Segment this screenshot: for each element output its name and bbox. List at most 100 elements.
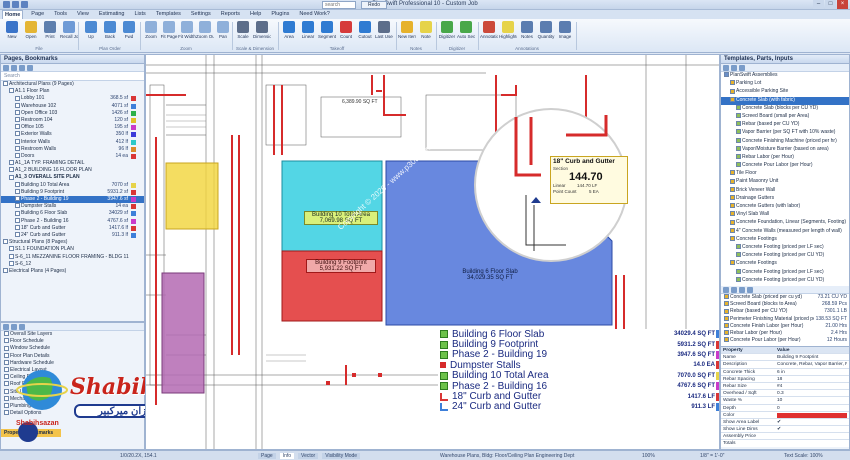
template-tree-item[interactable]: Concrete Finishing Machine (priced per h… — [721, 138, 849, 146]
row-checkbox[interactable] — [4, 359, 9, 365]
page-tree-row[interactable]: Interior Walls 412 lf — [1, 139, 144, 146]
color-swatch[interactable] — [131, 211, 136, 217]
property-row[interactable]: Color — [721, 412, 849, 419]
row-checkbox[interactable] — [4, 345, 9, 351]
ribbon-button-note[interactable]: Note — [417, 21, 435, 45]
legend-row[interactable]: 24" Curb and Gutter 911.3 LF — [438, 401, 719, 412]
template-tree-item[interactable]: Concrete Footings — [721, 236, 849, 244]
part-row[interactable]: Concrete Finish Labor (per Hour) 21.00 Hr… — [721, 322, 849, 330]
page-tree-row[interactable]: Building 6 Floor Slab 34029 sf — [1, 210, 144, 217]
row-checkbox[interactable] — [15, 153, 20, 159]
row-checkbox[interactable] — [15, 232, 20, 238]
pages-search-field[interactable]: Search — [1, 72, 144, 81]
property-row[interactable]: Waste % 10 — [721, 397, 849, 405]
status-tab-vector[interactable]: Vector — [298, 453, 319, 459]
bookmark-delete-icon[interactable] — [19, 324, 25, 330]
part-calc-icon[interactable] — [747, 287, 753, 293]
row-checkbox[interactable] — [9, 174, 14, 180]
bookmark-item[interactable]: Electrical Layout — [1, 367, 144, 374]
property-row[interactable]: Depth 0 — [721, 405, 849, 412]
row-checkbox[interactable] — [4, 381, 9, 387]
page-tree-row[interactable]: S-6_11 MEZZANINE FLOOR FRAMING - BLDG 11 — [1, 254, 144, 261]
part-row[interactable]: Screed Board (blocks to Area) 268.59 Pcs — [721, 301, 849, 309]
ribbon-button-area[interactable]: Area — [280, 21, 298, 45]
property-row[interactable]: Description Concrete, Rebar, Vapor Barrie… — [721, 361, 849, 369]
bookmark-item[interactable]: Hardware Schedule — [1, 360, 144, 367]
page-tree-row[interactable]: Lobby 101 368.5 sf — [1, 95, 144, 102]
part-add-icon[interactable] — [723, 287, 729, 293]
property-row[interactable]: Assembly Price — [721, 433, 849, 441]
row-checkbox[interactable] — [3, 239, 8, 245]
property-value[interactable]: Concrete, Rebar, Vapor Barrier, Formwork… — [777, 361, 847, 367]
property-row[interactable]: Name Building 9 Footprint — [721, 354, 849, 362]
property-value[interactable]: 0 — [777, 405, 847, 411]
row-checkbox[interactable] — [15, 188, 20, 194]
ribbon-button-zoom[interactable]: Zoom — [142, 21, 160, 45]
property-value[interactable]: 6 in — [777, 369, 847, 375]
property-value[interactable]: 10 — [777, 397, 847, 403]
page-tree-row[interactable]: Restroom 104 120 sf — [1, 117, 144, 124]
property-row[interactable]: Overhead / Sqft 0.3 — [721, 390, 849, 398]
template-tree-item[interactable]: Tile Floor — [721, 170, 849, 178]
template-tree-item[interactable]: Concrete Footing (priced per CU YD) — [721, 252, 849, 260]
row-checkbox[interactable] — [15, 124, 20, 130]
row-checkbox[interactable] — [3, 268, 8, 274]
ribbon-button-zoom-out[interactable]: Zoom Out — [196, 21, 214, 45]
page-tree-row[interactable]: Structural Plans (8 Pages) — [1, 239, 144, 246]
row-checkbox[interactable] — [9, 88, 14, 94]
template-tree-item[interactable]: Rebar Labor (per Hour) — [721, 154, 849, 162]
template-tree-item[interactable]: Concrete Foundation, Linear (Segments, F… — [721, 219, 849, 227]
color-swatch[interactable] — [131, 117, 136, 123]
row-checkbox[interactable] — [15, 196, 20, 202]
menu-item-plugins[interactable]: Plugins — [269, 10, 291, 19]
menu-item-templates[interactable]: Templates — [154, 10, 183, 19]
page-tree-row[interactable]: Office 105 195 sf — [1, 124, 144, 131]
row-checkbox[interactable] — [4, 374, 9, 380]
template-tree-item[interactable]: Concrete Slab (with fabric) — [721, 96, 849, 105]
template-delete-icon[interactable] — [739, 65, 745, 71]
property-row[interactable]: Show Line Dims ✔ — [721, 426, 849, 434]
ribbon-button-fwd[interactable]: Fwd — [120, 21, 138, 45]
row-checkbox[interactable] — [15, 95, 20, 101]
folder-icon[interactable] — [11, 65, 17, 71]
legend-row[interactable]: Phase 2 - Building 16 4767.6 SQ FT — [438, 381, 719, 392]
minimize-icon[interactable]: – — [813, 0, 824, 9]
search-input[interactable] — [322, 1, 356, 9]
bookmark-item[interactable]: Detail Options — [1, 410, 144, 417]
ribbon-button-open[interactable]: Open — [22, 21, 40, 45]
page-tree-row[interactable]: Phase 2 - Building 19 3947.6 sf — [1, 196, 144, 204]
property-value[interactable] — [777, 412, 847, 418]
page-tree-row[interactable]: S-6_12 — [1, 261, 144, 268]
bookmark-item[interactable]: Site Utilities — [1, 389, 144, 396]
ribbon-button-up[interactable]: Up — [82, 21, 100, 45]
bookmark-item[interactable]: Floor Plan Details — [1, 353, 144, 360]
color-swatch[interactable] — [131, 146, 136, 152]
color-swatch[interactable] — [131, 218, 136, 224]
page-tree-row[interactable]: 24" Curb and Gutter 911.3 lf — [1, 232, 144, 239]
page-tree-row[interactable]: A1_1A TYP. FRAMING DETAIL — [1, 160, 144, 167]
template-tree-item[interactable]: Vinyl Slab Wall — [721, 211, 849, 219]
property-row[interactable]: Concrete Thick 6 in — [721, 369, 849, 376]
template-tree-item[interactable]: Rebar (based per CU YD) — [721, 121, 849, 129]
area-building-10-left[interactable] — [165, 162, 219, 230]
template-add-icon[interactable] — [723, 65, 729, 71]
page-tree-row[interactable]: Open Office 103 1426 sf — [1, 110, 144, 117]
menu-item-estimating[interactable]: Estimating — [97, 10, 127, 19]
ribbon-button-new[interactable]: New — [3, 21, 21, 45]
legend-row[interactable]: Phase 2 - Building 19 3947.6 SQ FT — [438, 349, 719, 360]
row-checkbox[interactable] — [4, 395, 9, 401]
row-checkbox[interactable] — [9, 167, 14, 173]
page-tree-row[interactable]: Building 9 Footprint 5931.2 sf — [1, 189, 144, 196]
menu-item-help[interactable]: Help — [248, 10, 263, 19]
row-checkbox[interactable] — [4, 331, 9, 337]
menu-item-settings[interactable]: Settings — [189, 10, 213, 19]
color-swatch[interactable] — [131, 96, 136, 102]
page-tree-row[interactable]: A1_2 BUILDING 16 FLOOR PLAN — [1, 167, 144, 174]
template-tree-item[interactable]: Brick Veneer Wall — [721, 187, 849, 195]
close-icon[interactable]: × — [837, 0, 848, 9]
color-swatch[interactable] — [131, 225, 136, 231]
property-row[interactable]: Show Area Label ✔ — [721, 419, 849, 427]
tab-property-bookmarks[interactable]: Property Bookmarks — [1, 429, 61, 437]
delete-icon[interactable] — [19, 65, 25, 71]
ribbon-button-highlighter[interactable]: Highlighter — [499, 21, 517, 45]
